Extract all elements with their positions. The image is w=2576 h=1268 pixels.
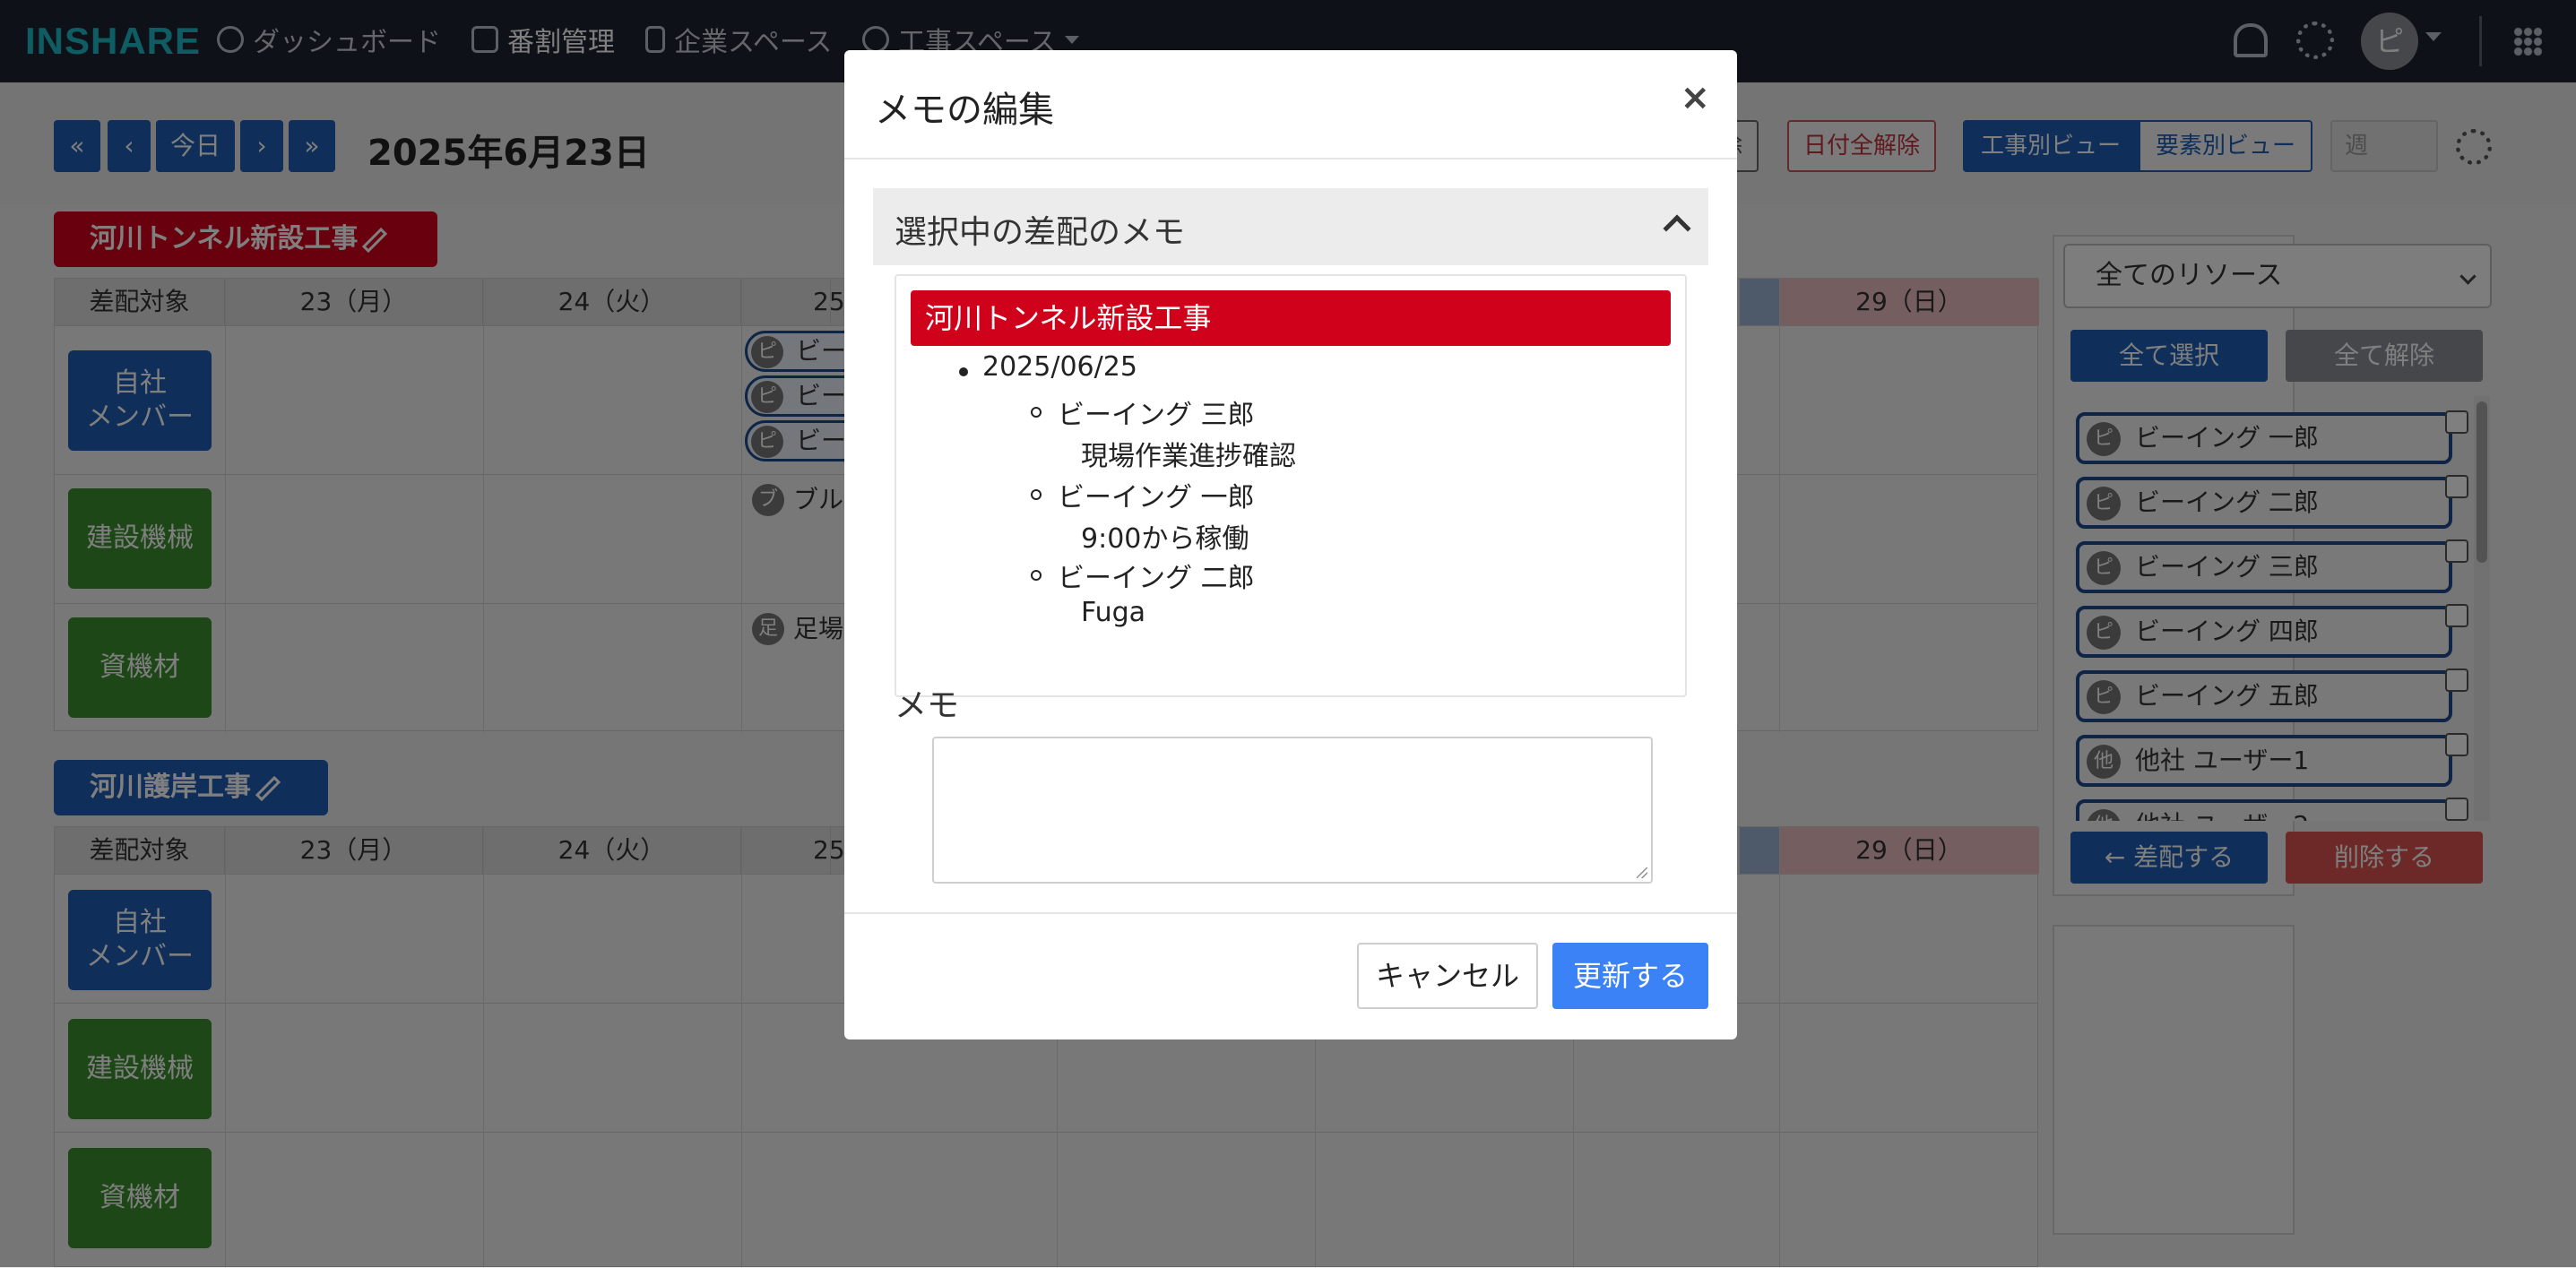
modal-footer-divider [844,912,1737,914]
memo-member-name: ビーイング 二郎 [1058,563,1255,594]
bullet [1031,570,1042,581]
memo-edit-modal: メモの編集 × 選択中の差配のメモ 河川トンネル新設工事 2025/06/25 … [844,50,1737,1039]
update-button[interactable]: 更新する [1552,943,1708,1009]
project-banner: 河川トンネル新設工事 [911,290,1671,346]
bullet [1031,489,1042,500]
modal-header: メモの編集 × [844,50,1737,160]
memo-text: 現場作業進捗確認 [1081,441,1296,472]
modal-title: メモの編集 [875,90,1054,131]
memo-member-name: ビーイング 三郎 [1058,400,1255,431]
memo-accordion-header[interactable]: 選択中の差配のメモ [873,188,1708,265]
chevron-up-icon[interactable] [1663,214,1691,243]
memo-label: メモ [895,687,960,724]
close-icon[interactable]: × [1680,77,1710,118]
bullet [959,367,968,376]
memo-textarea[interactable] [932,737,1653,884]
accordion-title: 選択中の差配のメモ [895,214,1186,251]
memo-text: Fuga [1081,597,1146,628]
bullet [1031,407,1042,418]
memo-date: 2025/06/25 [982,351,1137,383]
memo-member-name: ビーイング 一郎 [1058,482,1255,513]
memo-accordion-body: 河川トンネル新設工事 2025/06/25 ビーイング 三郎 現場作業進捗確認 … [895,274,1687,697]
cancel-button[interactable]: キャンセル [1357,943,1538,1009]
memo-text: 9:00から稼働 [1081,523,1249,555]
